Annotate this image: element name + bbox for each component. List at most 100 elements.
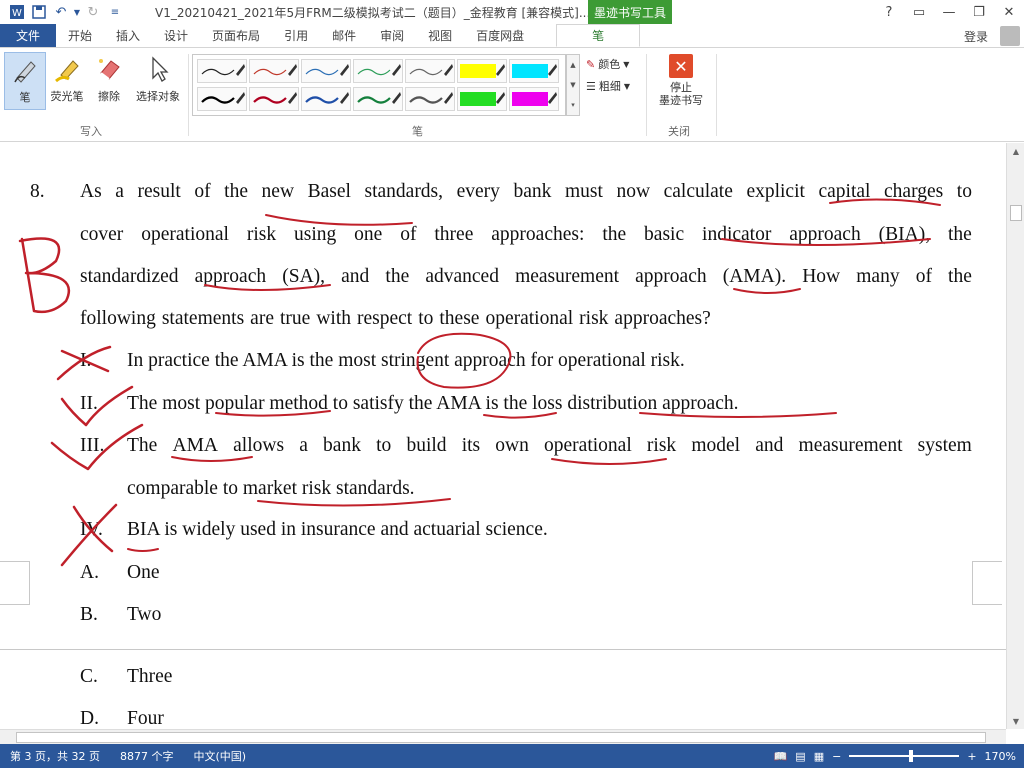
tab-file[interactable]: 文件 [0,24,56,47]
document-page-next[interactable]: C. Three D. Four [0,649,1006,729]
select-object-tool-button[interactable]: 选择对象 [132,52,184,110]
pen-swatch[interactable] [249,59,299,83]
pen-icon [10,55,40,85]
word: risk [579,308,609,329]
scroll-down-icon[interactable]: ▼ [1007,713,1024,729]
word: cover [80,224,124,245]
tab-page-layout[interactable]: 页面布局 [200,24,272,47]
zoom-out-button[interactable]: − [832,750,841,763]
pen-swatch[interactable] [405,59,455,83]
pen-swatch[interactable] [457,59,507,83]
gallery-scroll[interactable]: ▲ ▼ ▾ [566,54,580,116]
word: to [376,435,392,456]
highlighter-tool-button[interactable]: 荧光笔 [46,52,88,110]
word: advanced [425,266,499,287]
statement-text: The AMA allows a bank to build its own operationa… [127,435,972,457]
pen-swatch[interactable] [405,87,455,111]
pen-swatch-icon [460,92,505,106]
avatar[interactable] [1000,26,1020,46]
word: with [316,308,351,329]
word: respect [356,308,413,329]
question-line: As a result of the new Basel standards, every ban… [80,181,972,203]
tab-view[interactable]: 视图 [416,24,464,47]
vertical-scrollbar[interactable]: ▲ ▼ [1006,143,1024,729]
zoom-in-button[interactable]: + [967,750,976,763]
word: approach [194,266,267,287]
word: many [856,266,900,287]
scrollbar-thumb[interactable] [16,732,986,743]
tab-mailings[interactable]: 邮件 [320,24,368,47]
pen-swatch[interactable] [353,59,403,83]
tab-baidu-netdisk[interactable]: 百度网盘 [464,24,536,47]
tab-insert[interactable]: 插入 [104,24,152,47]
tab-references[interactable]: 引用 [272,24,320,47]
word: How [802,266,841,287]
word: true [279,308,311,329]
pen-swatch-icon [305,64,349,76]
word: now [616,181,651,202]
gallery-more-icon[interactable]: ▾ [571,101,575,109]
pen-swatch[interactable] [301,87,351,111]
pen-swatch[interactable] [509,87,559,111]
scrollbar-thumb[interactable] [1010,205,1022,221]
pen-swatch[interactable] [509,59,559,83]
eraser-icon [94,54,124,84]
help-button[interactable]: ? [874,0,904,24]
customize-toolbar-icon[interactable]: ≡ [104,2,126,22]
question-line: cover operational risk using one of three appro… [80,224,972,246]
pen-swatch[interactable] [457,87,507,111]
pen-color-button[interactable]: ✎ 颜色 ▼ [586,56,629,72]
gallery-up-icon[interactable]: ▲ [570,61,575,69]
tab-design[interactable]: 设计 [152,24,200,47]
minimize-button[interactable]: — [934,0,964,24]
page-count[interactable]: 第 3 页，共 32 页 [0,748,110,764]
restore-button[interactable]: ❐ [964,0,994,24]
pen-swatch[interactable] [249,87,299,111]
read-mode-icon[interactable]: 📖 [774,750,788,763]
pen-swatch[interactable] [197,87,247,111]
word: risk [646,435,677,456]
pen-style-gallery [192,54,566,116]
view-and-zoom-controls: 📖 ▤ ▦ − + 170% [774,744,1024,768]
zoom-slider-thumb[interactable] [909,750,914,762]
zoom-slider[interactable] [849,750,960,762]
stop-inking-button[interactable]: ✕ 停止 墨迹书写 [652,54,710,116]
word: every [456,181,500,202]
login-link[interactable]: 登录 [964,28,988,45]
web-layout-icon[interactable]: ▦ [814,750,824,763]
document-area[interactable]: 8. As a result of the new Basel standards, every… [0,143,1006,729]
language-indicator[interactable]: 中文(中国) [183,748,256,764]
window-controls: ? ▭ — ❐ ✕ [874,0,1024,24]
ribbon-display-options-icon[interactable]: ▭ [904,0,934,24]
word: the [224,181,248,202]
pen-swatch[interactable] [301,59,351,83]
undo-icon[interactable]: ↶ [50,2,72,22]
pen-swatch-icon [409,64,453,76]
gallery-down-icon[interactable]: ▼ [570,81,575,89]
print-layout-icon[interactable]: ▤ [795,750,805,763]
horizontal-scrollbar[interactable] [0,729,1006,744]
word-icon[interactable]: W [6,2,28,22]
save-icon[interactable] [28,2,50,22]
document-page[interactable]: 8. As a result of the new Basel standards, every… [0,143,1006,646]
question-number: 8. [30,181,45,202]
word-count[interactable]: 8877 个字 [110,748,184,764]
eraser-tool-button[interactable]: 擦除 [88,52,130,110]
tool-label: 荧光笔 [50,90,84,103]
close-button[interactable]: ✕ [994,0,1024,24]
tab-review[interactable]: 审阅 [368,24,416,47]
zoom-level[interactable]: 170% [985,750,1016,763]
pen-weight-button[interactable]: ☰ 粗细 ▼ [586,78,630,94]
scroll-up-icon[interactable]: ▲ [1007,143,1024,159]
pen-swatch[interactable] [197,59,247,83]
word: standardized [80,266,179,287]
tab-home[interactable]: 开始 [56,24,104,47]
undo-dropdown-icon[interactable]: ▼ [72,2,82,22]
pen-tool-button[interactable]: 笔 [4,52,46,110]
option-letter: A. [80,562,99,583]
pen-swatch-icon [357,64,401,76]
tab-pen[interactable]: 笔 [556,24,641,47]
chevron-down-icon: ▼ [623,59,630,69]
pen-swatch[interactable] [353,87,403,111]
redo-icon[interactable]: ↻ [82,2,104,22]
